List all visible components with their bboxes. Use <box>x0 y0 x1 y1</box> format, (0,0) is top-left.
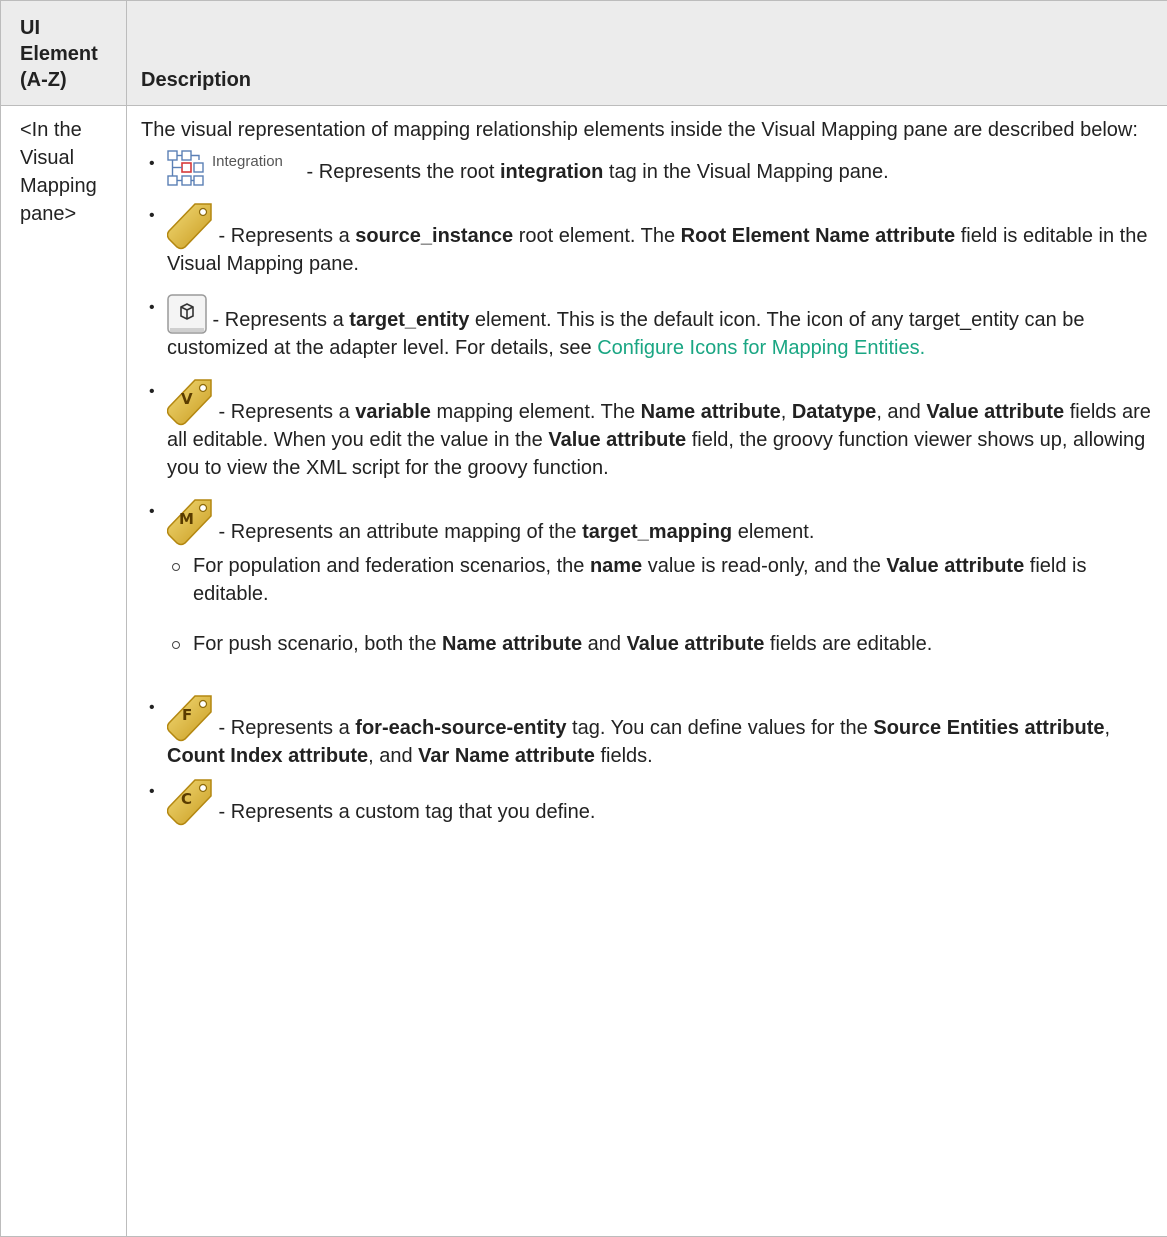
bold-term: Value attribute <box>627 633 765 655</box>
text-segment: For push scenario, both the <box>193 633 442 655</box>
text-segment: element. <box>732 521 814 543</box>
text-segment: fields. <box>595 745 653 767</box>
text-segment: root element. The <box>513 225 681 247</box>
text-segment: mapping element. The <box>431 401 641 423</box>
text-segment: and <box>582 633 626 655</box>
list-item-source-instance: - Represents a source_instance root elem… <box>141 202 1159 278</box>
list-item-custom: C - Represents a custom tag that you def… <box>141 778 1159 826</box>
icon-list: Integration - Represents the root integr… <box>141 150 1159 826</box>
sub-item-population: For population and federation scenarios,… <box>167 552 1159 608</box>
text-segment: - Represents a <box>213 717 355 739</box>
text-segment: - Represents a custom tag that you defin… <box>213 801 595 823</box>
column-header-ui-element: UI Element (A-Z) <box>1 1 127 106</box>
configure-icons-link[interactable]: Configure Icons for Mapping Entities. <box>597 337 925 359</box>
bold-term: integration <box>500 161 603 183</box>
bold-term: Name attribute <box>641 401 781 423</box>
bold-term: Var Name attribute <box>418 745 595 767</box>
tag-icon <box>167 202 213 250</box>
list-item-variable: V - Represents a variable mapping elemen… <box>141 378 1159 482</box>
text-segment: tag. You can define values for the <box>566 717 873 739</box>
list-item-for-each: F - Represents a for-each-source-entity … <box>141 694 1159 770</box>
text-segment: , <box>781 401 792 423</box>
text-segment: - Represents a <box>213 401 355 423</box>
bold-term: Name attribute <box>442 633 582 655</box>
text-segment: - Represents an attribute mapping of the <box>213 521 582 543</box>
mapping-tag-icon: M <box>167 498 213 546</box>
bold-term: variable <box>355 401 431 423</box>
bold-term: target_entity <box>349 309 469 331</box>
text-segment: - Represents a <box>207 309 349 331</box>
bold-term: Root Element Name attribute <box>681 225 955 247</box>
column-header-description: Description <box>127 1 1167 106</box>
for-each-tag-letter: F <box>182 707 192 723</box>
text-segment: tag in the Visual Mapping pane. <box>603 161 888 183</box>
bold-term: source_instance <box>355 225 513 247</box>
text-segment: For population and federation scenarios,… <box>193 555 590 577</box>
bold-term: Source Entities attribute <box>873 717 1104 739</box>
ui-element-table: UI Element (A-Z) Description <In the Vis… <box>0 0 1167 1237</box>
text-segment: fields are editable. <box>764 633 932 655</box>
description-cell: The visual representation of mapping rel… <box>127 106 1167 1237</box>
for-each-tag-icon: F <box>167 694 213 742</box>
bold-term: target_mapping <box>582 521 732 543</box>
text-segment: , and <box>876 401 926 423</box>
table-header-row: UI Element (A-Z) Description <box>1 1 1167 106</box>
text-segment: - Represents a <box>213 225 355 247</box>
bold-term: Count Index attribute <box>167 745 368 767</box>
row-label-cell: <In the Visual Mapping pane> <box>1 106 127 1237</box>
bold-term: Value attribute <box>926 401 1064 423</box>
variable-tag-letter: V <box>181 391 193 407</box>
table-row: <In the Visual Mapping pane> The visual … <box>1 106 1167 1237</box>
sub-item-push: For push scenario, both the Name attribu… <box>167 630 1159 658</box>
cube-icon <box>167 294 207 334</box>
mapping-tag-letter: M <box>179 511 194 527</box>
list-item-target-entity: - Represents a target_entity element. Th… <box>141 294 1159 362</box>
integration-icon-label: Integration <box>212 154 283 170</box>
text-segment: , <box>1105 717 1111 739</box>
custom-tag-icon: C <box>167 778 213 826</box>
bold-term: name <box>590 555 642 577</box>
text-segment: - Represents the root <box>301 161 500 183</box>
bold-term: Datatype <box>792 401 876 423</box>
bold-term: Value attribute <box>548 429 686 451</box>
list-item-target-mapping: M - Represents an attribute mapping of t… <box>141 498 1159 658</box>
mapping-sub-list: For population and federation scenarios,… <box>167 552 1159 658</box>
text-segment: , and <box>368 745 418 767</box>
custom-tag-letter: C <box>181 791 192 807</box>
text-segment: value is read-only, and the <box>642 555 886 577</box>
integration-icon: Integration <box>167 150 301 186</box>
bold-term: Value attribute <box>886 555 1024 577</box>
description-intro: The visual representation of mapping rel… <box>141 116 1159 144</box>
variable-tag-icon: V <box>167 378 213 426</box>
list-item-integration: Integration - Represents the root integr… <box>141 150 1159 186</box>
bold-term: for-each-source-entity <box>355 717 566 739</box>
